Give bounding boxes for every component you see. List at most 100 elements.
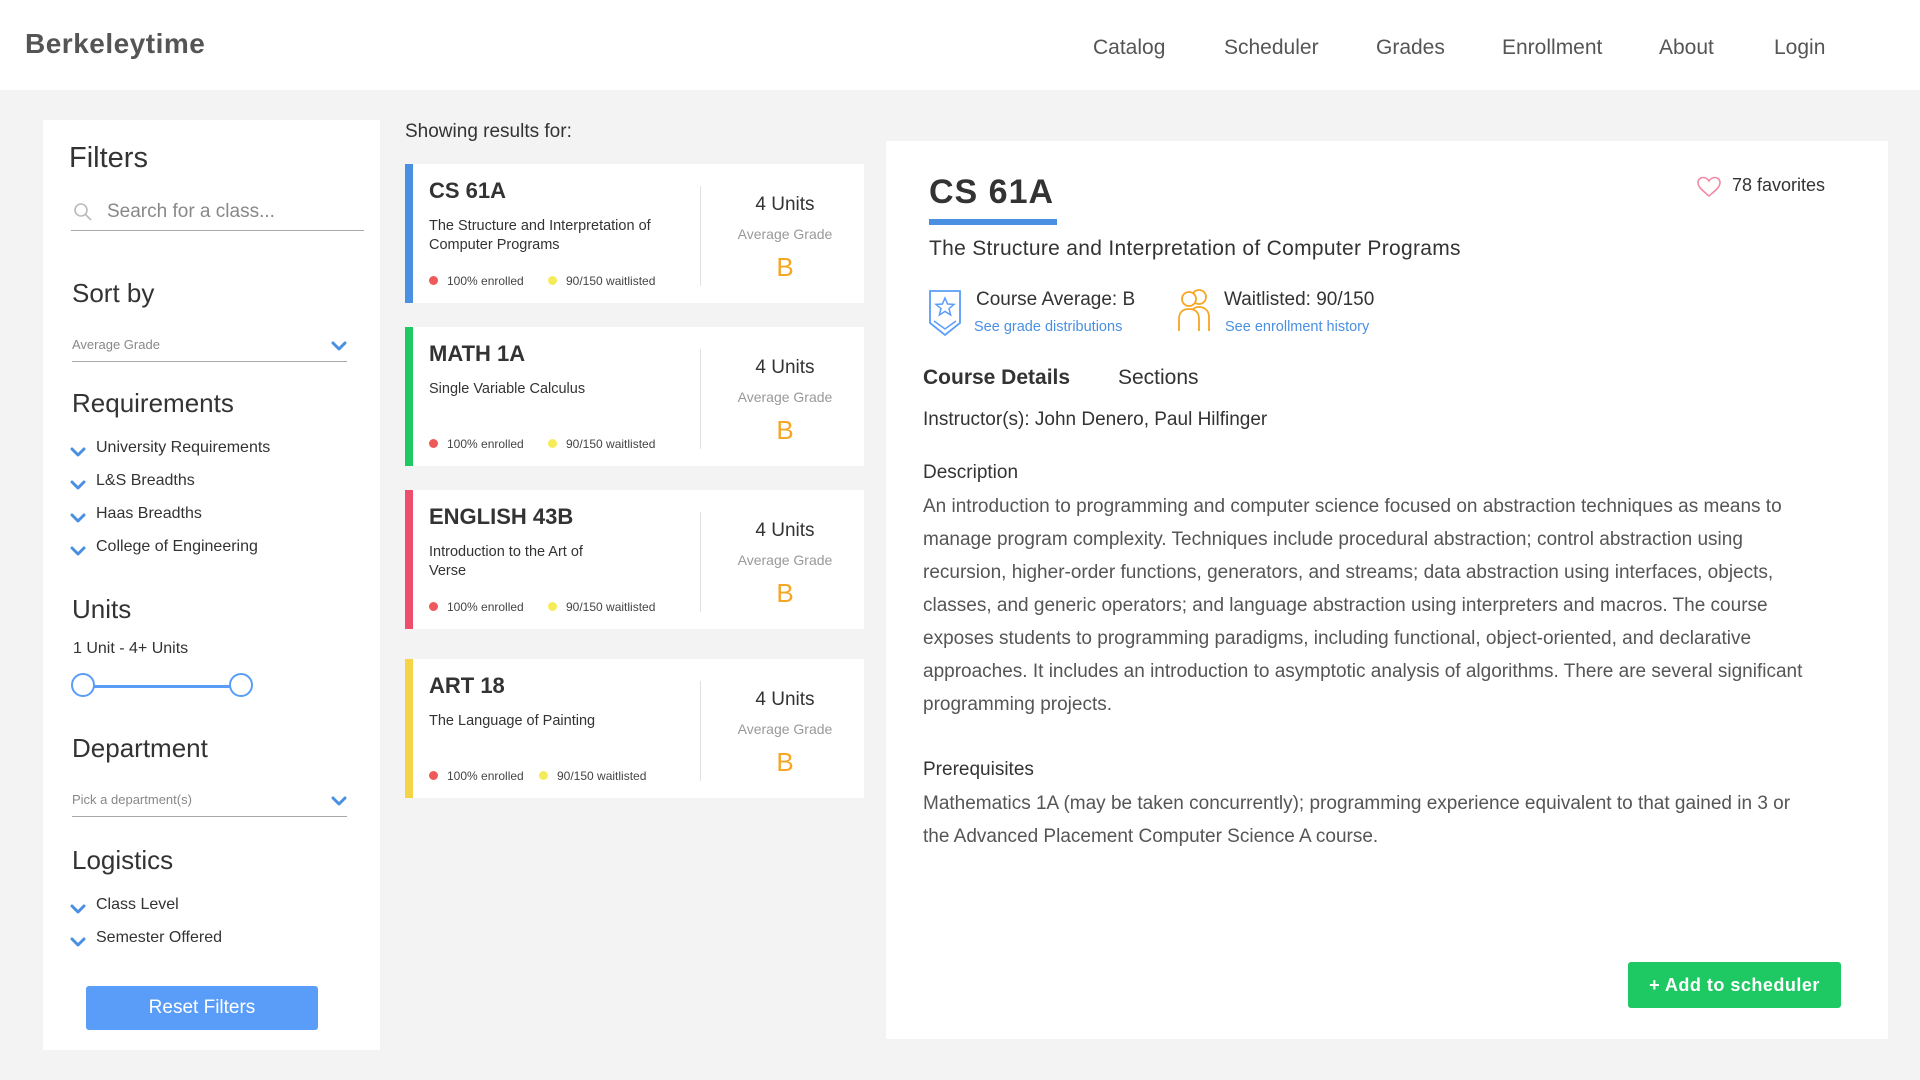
card-color-bar	[405, 490, 413, 629]
req-label: College of Engineering	[96, 538, 258, 555]
chevron-down-icon	[70, 902, 86, 920]
filters-panel: Filters Sort by Average Grade Requiremen…	[43, 120, 380, 1050]
chevron-down-icon	[70, 445, 86, 463]
course-units: 4 Units	[755, 520, 815, 541]
enrolled-label: 100% enrolled	[447, 437, 524, 451]
course-title: The Structure and Interpretation of Comp…	[429, 218, 651, 253]
course-card[interactable]: MATH 1A Single Variable Calculus 100% en…	[405, 327, 864, 466]
req-label: L&S Breadths	[96, 472, 195, 489]
waitlist-dot-icon	[548, 439, 557, 449]
card-color-bar	[405, 659, 413, 798]
search-icon	[73, 202, 93, 227]
card-divider	[700, 512, 701, 612]
nav-scheduler[interactable]: Scheduler	[1224, 36, 1319, 60]
waitlist-label: 90/150 waitlisted	[566, 437, 656, 451]
search-input[interactable]	[105, 196, 359, 228]
title-underline	[929, 219, 1057, 225]
prerequisites-text: Mathematics 1A (may be taken concurrentl…	[923, 793, 1791, 847]
chevron-down-icon	[70, 935, 86, 953]
enrolled-dot-icon	[429, 771, 438, 781]
course-code: ART 18	[429, 673, 505, 698]
course-code: ENGLISH 43B	[429, 504, 574, 529]
chevron-down-icon	[70, 478, 86, 496]
tab-course-details[interactable]: Course Details	[923, 366, 1070, 390]
course-code: CS 61A	[429, 178, 507, 203]
chevron-down-icon	[70, 544, 86, 562]
avg-grade-label: Average Grade	[737, 389, 833, 405]
avg-grade-label: Average Grade	[737, 721, 833, 737]
course-units: 4 Units	[755, 194, 815, 215]
enrolled-label: 100% enrolled	[447, 600, 524, 614]
sort-by-dropdown[interactable]: Average Grade	[72, 331, 347, 362]
search-field[interactable]	[71, 194, 364, 231]
tab-sections[interactable]: Sections	[1118, 366, 1199, 390]
course-card[interactable]: CS 61A The Structure and Interpretation …	[405, 164, 864, 303]
heart-icon[interactable]	[1696, 176, 1722, 203]
sort-by-title: Sort by	[72, 278, 155, 308]
avg-grade-value: B	[776, 747, 794, 777]
chevron-down-icon	[70, 511, 86, 529]
card-color-bar	[405, 164, 413, 303]
waitlist-label: 90/150 waitlisted	[566, 600, 656, 614]
enrolled-label: 100% enrolled	[447, 274, 524, 288]
waitlist-label: 90/150 waitlisted	[557, 769, 647, 783]
enrolled-stat: 100% enrolled	[429, 600, 524, 614]
description-text: An introduction to programming and compu…	[923, 496, 1803, 715]
logistics-label: Semester Offered	[96, 929, 222, 946]
units-slider-track[interactable]	[83, 685, 241, 688]
nav-about[interactable]: About	[1659, 36, 1714, 60]
course-detail-panel: CS 61A 78 favorites The Structure and In…	[886, 141, 1888, 1039]
department-dropdown[interactable]: Pick a department(s)	[72, 786, 347, 817]
units-range-label: 1 Unit - 4+ Units	[73, 640, 189, 657]
waitlist-stat: 90/150 waitlisted	[539, 769, 646, 783]
waitlist-stat: 90/150 waitlisted	[548, 600, 655, 614]
course-units: 4 Units	[755, 357, 815, 378]
requirements-title: Requirements	[72, 388, 234, 418]
waitlist-label: 90/150 waitlisted	[566, 274, 656, 288]
enrolled-dot-icon	[429, 276, 438, 286]
waitlist-stat: 90/150 waitlisted	[548, 437, 655, 451]
instructors: Instructor(s): John Denero, Paul Hilfing…	[923, 409, 1268, 430]
course-code: MATH 1A	[429, 341, 526, 366]
req-label: Haas Breadths	[96, 505, 202, 522]
sort-by-value: Average Grade	[72, 337, 160, 352]
enrolled-dot-icon	[429, 602, 438, 612]
enrollment-history-link[interactable]: See enrollment history	[1225, 319, 1369, 335]
people-icon	[1176, 287, 1212, 338]
card-divider	[700, 681, 701, 781]
badge-icon	[928, 289, 962, 342]
card-divider	[700, 186, 701, 286]
nav-catalog[interactable]: Catalog	[1093, 36, 1165, 60]
brand-logo[interactable]: Berkeleytime	[25, 28, 205, 60]
nav-grades[interactable]: Grades	[1376, 36, 1445, 60]
waitlisted-text: Waitlisted: 90/150	[1224, 289, 1375, 310]
department-title: Department	[72, 733, 208, 763]
detail-course-title: The Structure and Interpretation of Comp…	[929, 237, 1461, 260]
grade-distributions-link[interactable]: See grade distributions	[974, 319, 1122, 335]
favorites-count: 78 favorites	[1732, 175, 1826, 195]
reset-filters-button[interactable]: Reset Filters	[86, 986, 318, 1030]
add-to-scheduler-button[interactable]: + Add to scheduler	[1628, 962, 1841, 1008]
nav-enrollment[interactable]: Enrollment	[1502, 36, 1602, 60]
waitlist-dot-icon	[539, 771, 548, 781]
prerequisites-title: Prerequisites	[923, 759, 1034, 780]
logistics-title: Logistics	[72, 845, 174, 875]
units-slider-max-handle[interactable]	[229, 673, 253, 697]
card-divider	[700, 349, 701, 449]
course-card[interactable]: ART 18 The Language of Painting 100% enr…	[405, 659, 864, 798]
course-units: 4 Units	[755, 689, 815, 710]
nav-login[interactable]: Login	[1774, 36, 1825, 60]
req-label: University Requirements	[96, 439, 271, 456]
course-title: Introduction to the Art of Verse	[429, 544, 583, 579]
avg-grade-value: B	[776, 252, 794, 282]
course-card[interactable]: ENGLISH 43B Introduction to the Art of V…	[405, 490, 864, 629]
top-navbar: Berkeleytime Catalog Scheduler Grades En…	[0, 0, 1920, 90]
results-heading: Showing results for:	[405, 121, 572, 142]
enrolled-dot-icon	[429, 439, 438, 449]
description-title: Description	[923, 462, 1019, 483]
course-title: The Language of Painting	[429, 713, 596, 729]
enrolled-label: 100% enrolled	[447, 769, 524, 783]
waitlist-dot-icon	[548, 276, 557, 286]
avg-grade-value: B	[776, 415, 794, 445]
units-slider-min-handle[interactable]	[71, 673, 95, 697]
